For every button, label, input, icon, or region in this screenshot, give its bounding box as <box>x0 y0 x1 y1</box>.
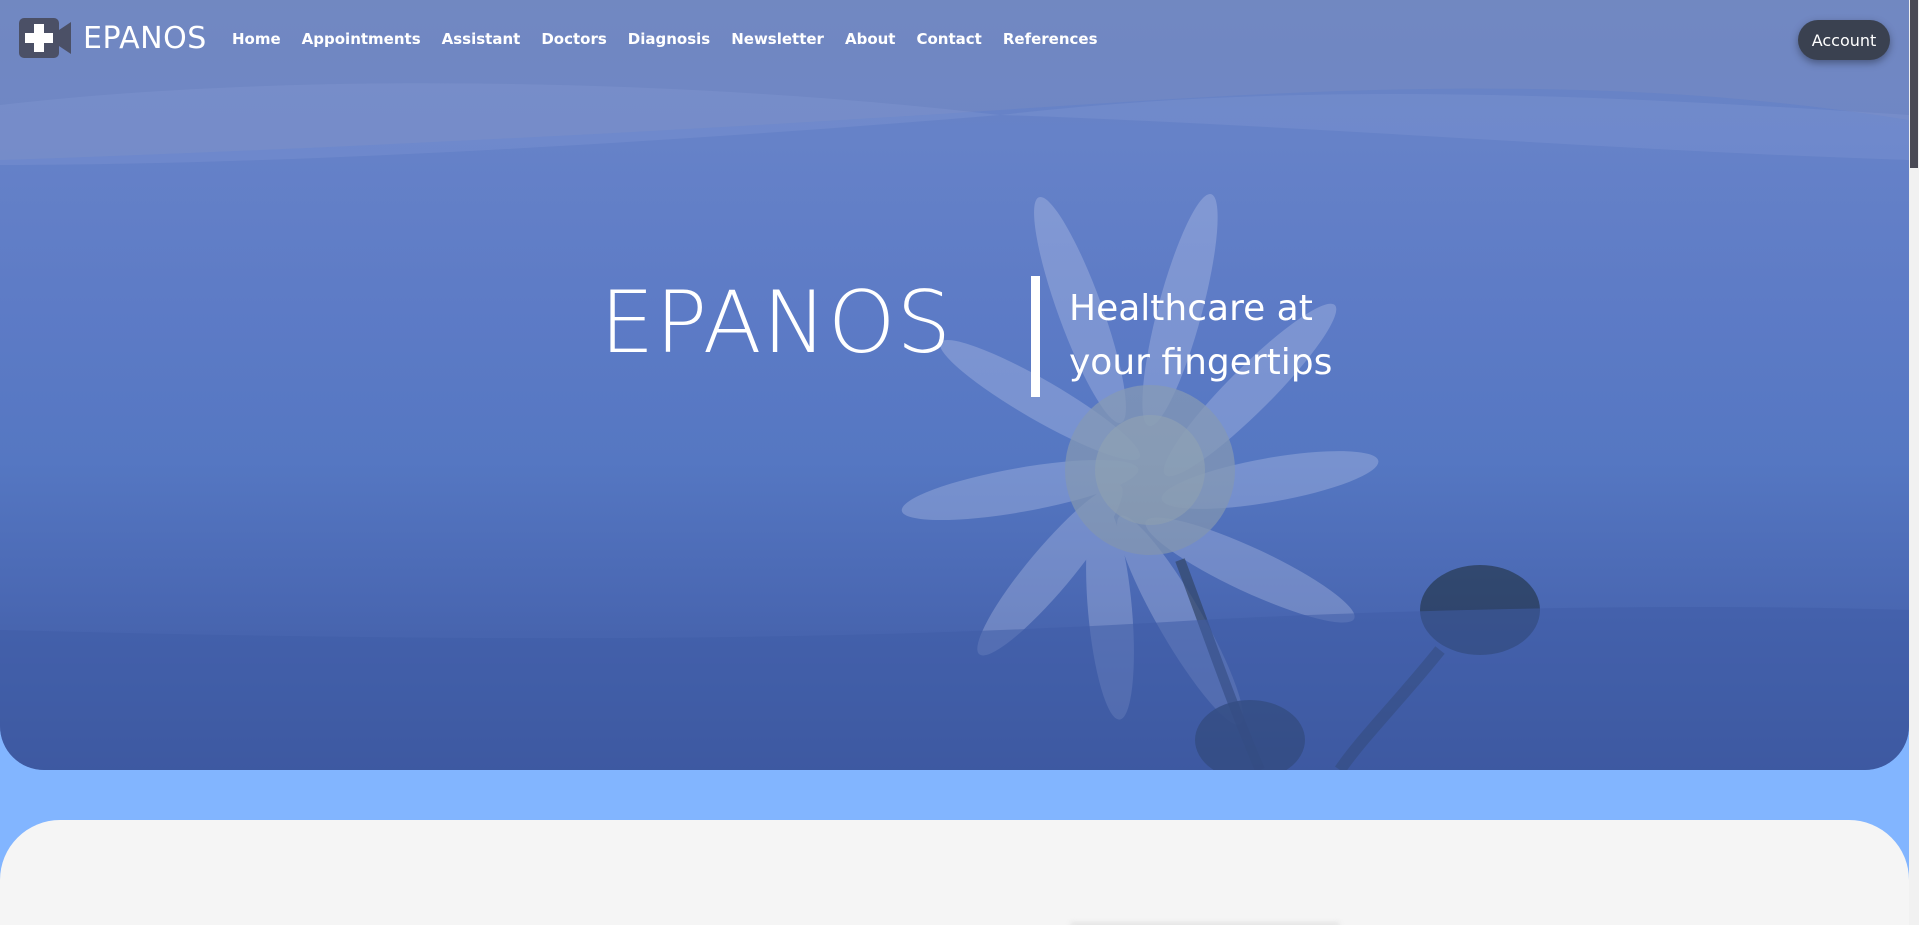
nav-contact[interactable]: Contact <box>916 30 981 48</box>
nav-references[interactable]: References <box>1003 30 1098 48</box>
hero-bottom-wave <box>0 607 1909 770</box>
hero-tagline: Healthcare at your fingertips <box>1069 282 1369 390</box>
content-section <box>0 820 1909 925</box>
nav-home[interactable]: Home <box>232 30 281 48</box>
hero-tagline-line1: Healthcare at <box>1069 288 1313 329</box>
nav-assistant[interactable]: Assistant <box>442 30 521 48</box>
top-navbar: EPANOS Home Appointments Assistant Docto… <box>0 0 1909 80</box>
nav-diagnosis[interactable]: Diagnosis <box>628 30 710 48</box>
nav-about[interactable]: About <box>845 30 896 48</box>
scrollbar-thumb[interactable] <box>1910 0 1918 168</box>
hero-divider <box>1031 276 1040 397</box>
page: EPANOS Home Appointments Assistant Docto… <box>0 0 1919 925</box>
nav-doctors[interactable]: Doctors <box>541 30 606 48</box>
hero-banner: EPANOS Home Appointments Assistant Docto… <box>0 0 1909 770</box>
account-button[interactable]: Account <box>1798 20 1890 60</box>
brand-name: EPANOS <box>83 20 207 56</box>
nav-newsletter[interactable]: Newsletter <box>731 30 824 48</box>
hero-title: EPANOS <box>600 273 953 373</box>
nav-appointments[interactable]: Appointments <box>302 30 421 48</box>
main-nav: Home Appointments Assistant Doctors Diag… <box>232 30 1098 48</box>
brand-logo[interactable]: EPANOS <box>19 18 207 58</box>
medical-cross-camera-icon <box>19 18 71 58</box>
hero-tagline-line2: your fingertips <box>1069 342 1333 383</box>
